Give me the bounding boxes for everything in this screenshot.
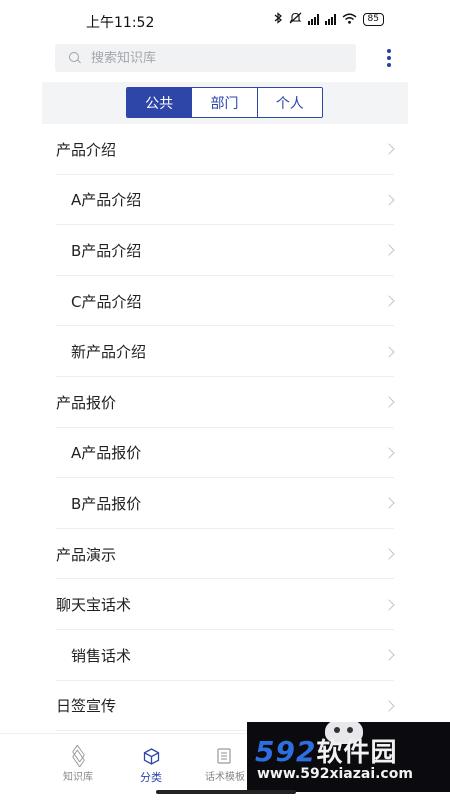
more-vertical-icon[interactable] [385,49,393,67]
signal-icon [307,14,319,25]
chevron-right-icon [383,346,395,358]
chevron-right-icon [383,548,395,560]
category-label: B产品报价 [71,494,142,513]
document-icon [217,748,233,764]
category-label: 销售话术 [71,646,132,665]
chevron-right-icon [383,396,395,408]
search-input[interactable] [91,50,331,66]
chevron-right-icon [383,649,395,661]
chevron-right-icon [383,244,395,257]
subcategory-row[interactable]: A产品介绍 [0,175,450,226]
chevron-right-icon [383,497,395,510]
subcategory-row[interactable]: B产品介绍 [0,225,450,276]
mute-icon [289,12,302,27]
category-list: 产品介绍 A产品介绍 B产品介绍 C产品介绍新产品介绍产品报价 A产品报价 B产品报价产品… [0,124,450,731]
status-bar: 上午11:52 85 [0,0,450,40]
category-label: A产品介绍 [71,191,142,210]
category-label: 日签宣传 [56,697,117,716]
nav-label: 话术模板 [205,772,245,783]
chevron-right-icon [383,143,395,155]
subcategory-row[interactable]: C产品介绍 [0,276,450,327]
wifi-icon [342,13,357,27]
category-label: 产品报价 [56,393,117,412]
category-label: 新产品介绍 [71,343,147,362]
chevron-right-icon [383,598,395,611]
watermark-text: 软件园 [316,738,398,768]
chevron-right-icon [383,295,395,307]
category-row[interactable]: 产品介绍 [0,124,450,175]
watermark-digits: 592 [255,735,317,768]
layers-icon [70,748,86,764]
status-icons: 85 [274,12,384,27]
bluetooth-icon [274,12,283,27]
chevron-right-icon [383,194,395,206]
watermark-brand: 592软件园 [255,732,397,769]
category-label: 产品介绍 [56,140,117,159]
nav-categories[interactable]: 分类 [121,748,181,785]
category-row[interactable]: 聊天宝话术 [0,579,450,630]
category-label: 聊天宝话术 [56,596,132,615]
cube-icon [143,748,160,765]
search-bar[interactable] [55,44,356,72]
category-row[interactable]: 产品报价 [0,377,450,428]
nav-label: 知识库 [63,772,93,783]
category-label: A产品报价 [71,444,142,463]
nav-knowledge-base[interactable]: 知识库 [48,748,108,783]
signal-icon [324,14,336,25]
category-row[interactable]: 产品演示 [0,529,450,580]
chevron-right-icon [383,700,395,712]
nav-label: 分类 [140,771,162,784]
tab-public[interactable]: 公共 [127,88,192,117]
battery-icon: 85 [362,13,384,26]
tab-department[interactable]: 部门 [191,88,257,117]
watermark-url: www.592xiazai.com [257,766,413,782]
subcategory-row[interactable]: 销售话术 [0,630,450,681]
scope-tabs: 公共 部门 个人 [126,87,323,118]
subcategory-row[interactable]: A产品报价 [0,428,450,479]
status-time: 上午11:52 [86,15,155,31]
category-label: C产品介绍 [71,292,142,311]
home-indicator [156,790,296,794]
category-label: 产品演示 [56,545,117,564]
tab-personal[interactable]: 个人 [256,88,322,117]
nav-script-templates[interactable]: 话术模板 [195,748,255,783]
subcategory-row[interactable]: 新产品介绍 [0,326,450,377]
search-icon [69,51,82,65]
subcategory-row[interactable]: B产品报价 [0,478,450,529]
watermark: 592软件园 www.592xiazai.com [247,722,450,792]
chevron-right-icon [383,447,395,459]
category-label: B产品介绍 [71,241,142,260]
